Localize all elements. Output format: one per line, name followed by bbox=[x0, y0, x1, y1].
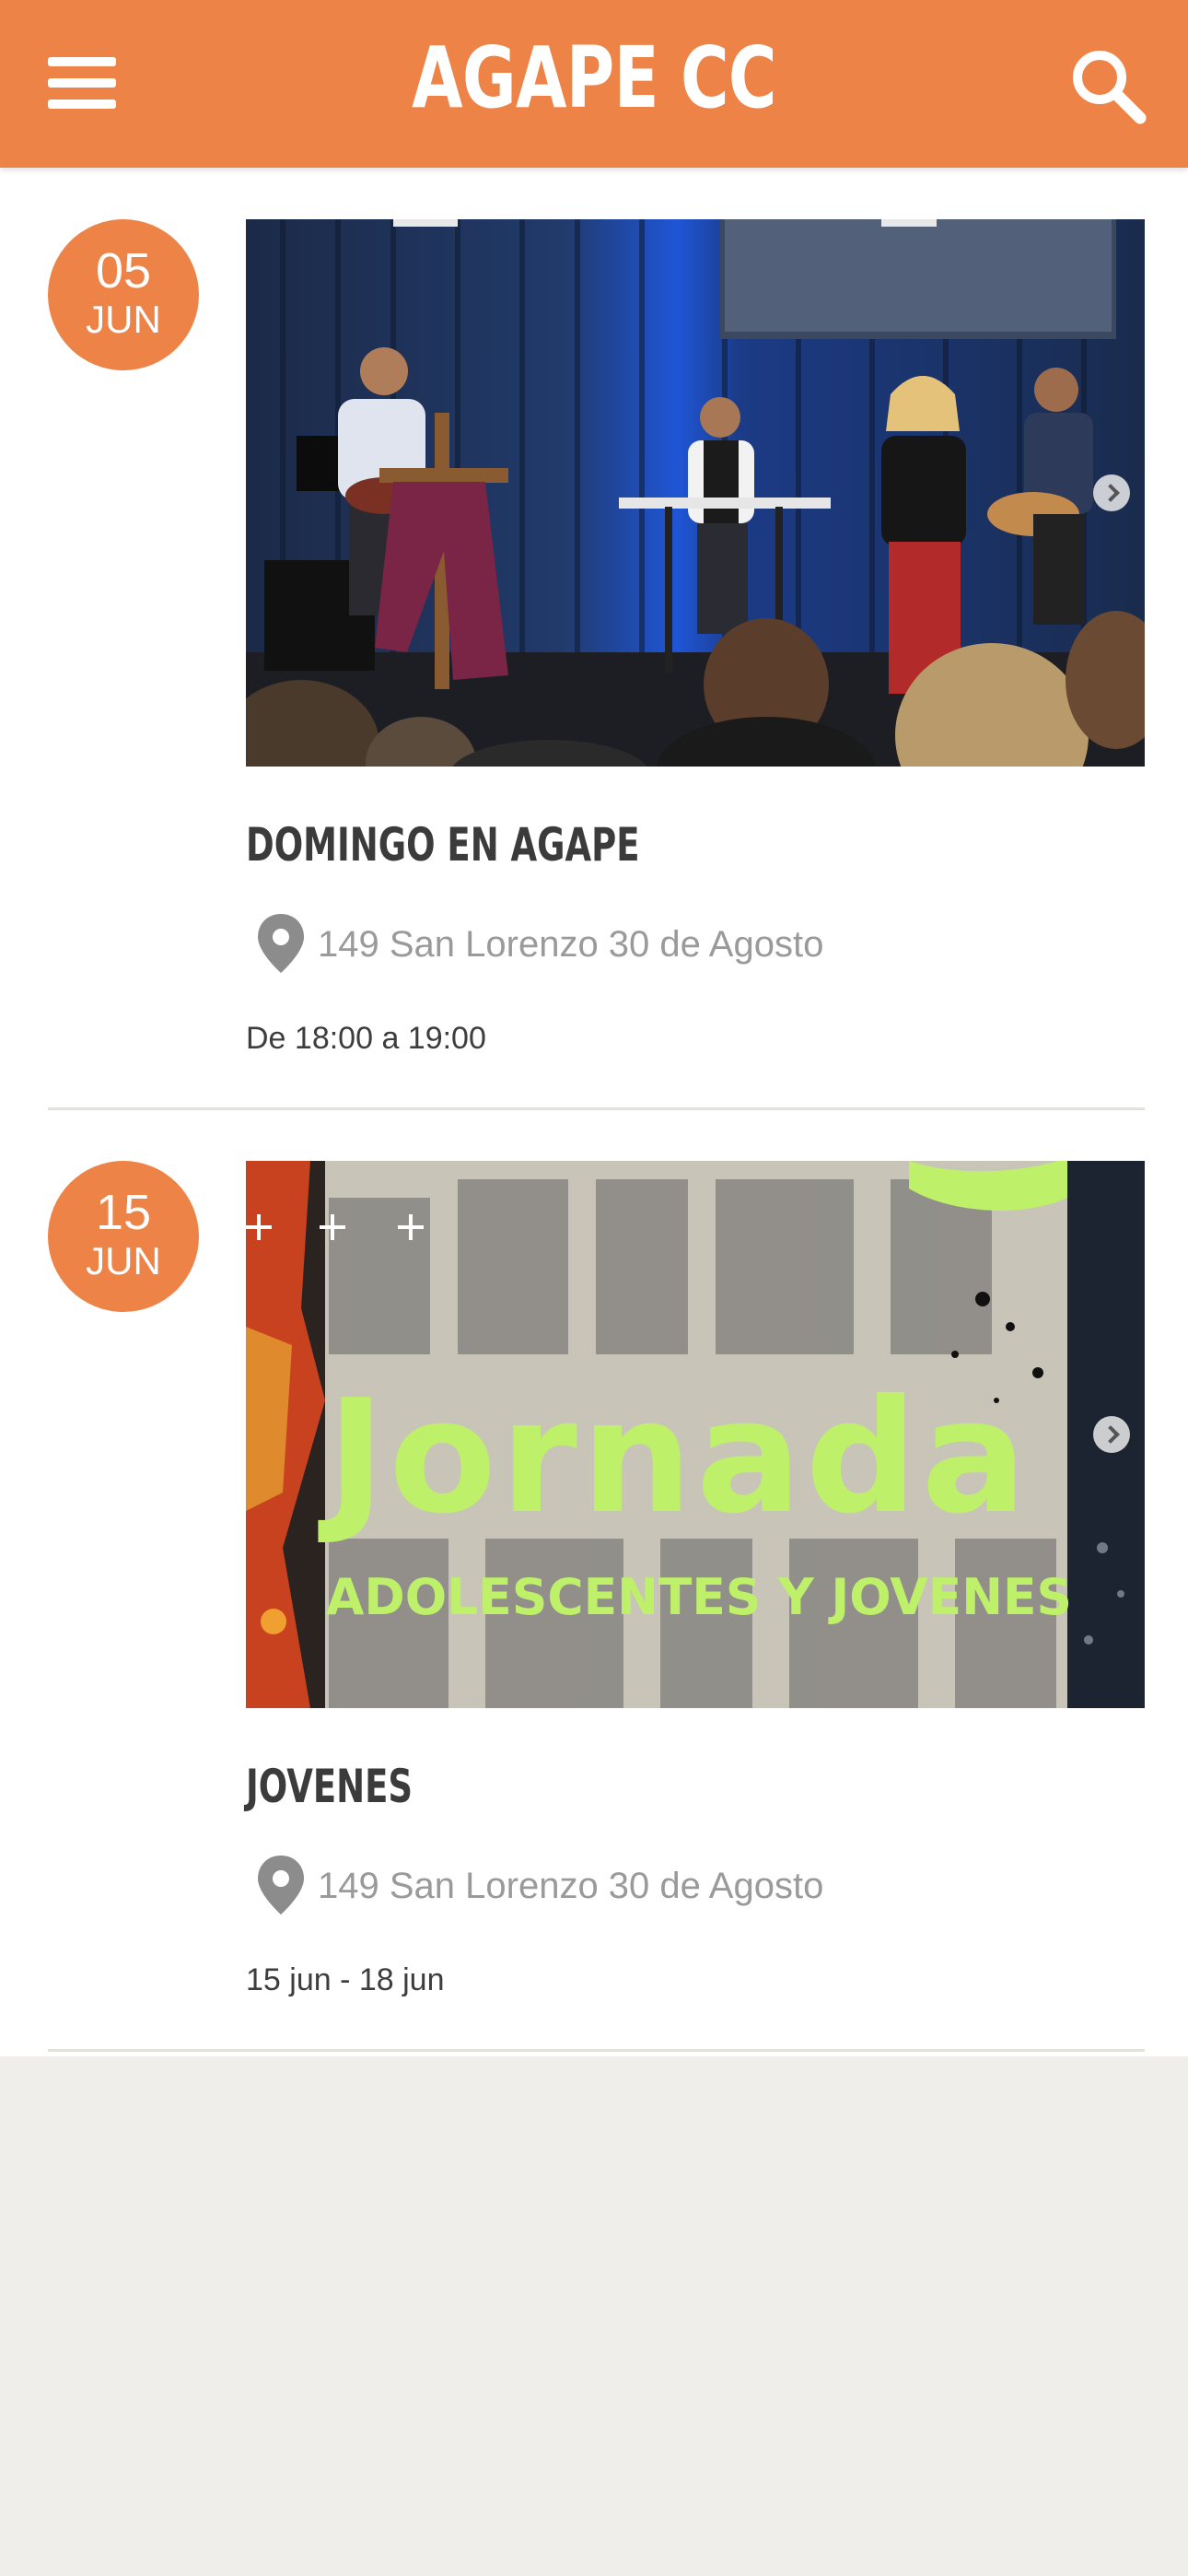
poster-subtitle: ADOLESCENTES Y JOVENES bbox=[326, 1568, 1072, 1626]
date-badge: 15 JUN bbox=[48, 1161, 199, 1312]
poster-headline: Jornada bbox=[318, 1366, 1031, 1549]
event-location: 149 San Lorenzo 30 de Agosto bbox=[318, 924, 824, 965]
event-time: De 18:00 a 19:00 bbox=[246, 1021, 486, 1056]
next-image-arrow[interactable] bbox=[1093, 1416, 1130, 1453]
location-pin-icon bbox=[258, 914, 304, 973]
next-image-arrow[interactable] bbox=[1093, 474, 1130, 511]
location-pin-icon bbox=[258, 1856, 304, 1914]
date-month: JUN bbox=[86, 1239, 161, 1282]
event-image[interactable] bbox=[246, 219, 1145, 767]
app-title: AGAPE CC bbox=[412, 29, 776, 127]
date-day: 05 bbox=[95, 243, 152, 299]
event-image[interactable]: Jornada ADOLESCENTES Y JOVENES bbox=[246, 1161, 1145, 1708]
event-title[interactable]: JOVENES bbox=[246, 1754, 413, 1819]
divider bbox=[48, 2049, 1145, 2052]
hamburger-menu-icon[interactable] bbox=[46, 53, 120, 112]
date-badge: 05 JUN bbox=[48, 219, 199, 370]
search-icon[interactable] bbox=[1068, 46, 1147, 125]
event-card[interactable]: 05 JUN DOMINGO EN AGAPE 149 San Lorenzo … bbox=[0, 168, 1188, 1110]
event-title[interactable]: DOMINGO EN AGAPE bbox=[246, 813, 640, 877]
date-day: 15 bbox=[95, 1185, 152, 1240]
events-list: 05 JUN DOMINGO EN AGAPE 149 San Lorenzo … bbox=[0, 168, 1188, 2056]
event-location: 149 San Lorenzo 30 de Agosto bbox=[318, 1866, 824, 1906]
event-card[interactable]: 15 JUN Jornada ADOLESCENTES Y JOVENES JO… bbox=[0, 1109, 1188, 2052]
date-month: JUN bbox=[86, 298, 161, 341]
app-header: AGAPE CC bbox=[0, 0, 1188, 168]
event-time: 15 jun - 18 jun bbox=[246, 1962, 445, 1997]
